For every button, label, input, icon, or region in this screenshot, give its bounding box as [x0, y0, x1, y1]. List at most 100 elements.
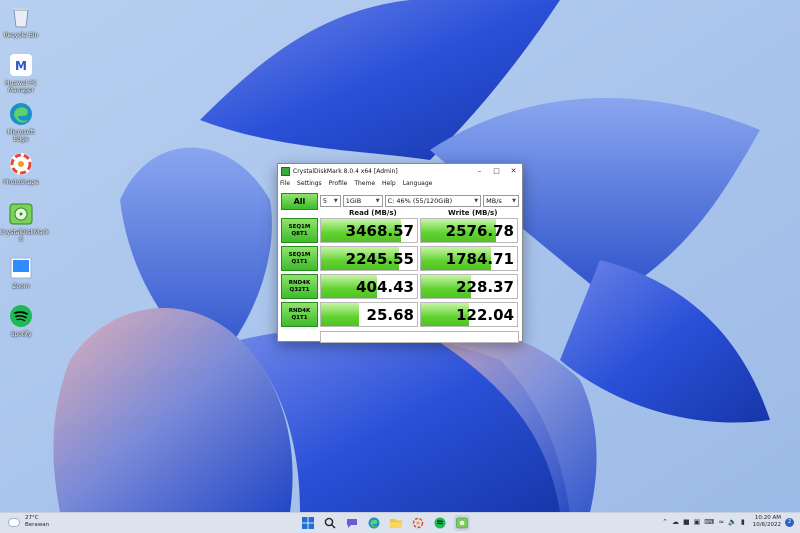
start-icon[interactable] — [300, 515, 316, 531]
write-value: 2576.78 — [445, 222, 514, 240]
write-result: 2576.78 — [420, 218, 518, 243]
chevron-down-icon: ▼ — [333, 198, 338, 204]
desktop-icon-huawei-pc-manager[interactable]: M Huawei PC Manager — [0, 52, 42, 94]
close-icon[interactable]: ✕ — [505, 164, 522, 178]
notification-badge[interactable]: 2 — [785, 517, 794, 527]
zoom-icon — [8, 255, 34, 281]
write-column-header: Write (MB/s) — [448, 209, 498, 217]
desktop-icon-edge[interactable]: Microsoft Edge — [0, 101, 42, 143]
weather-widget[interactable]: 27°C Berawan — [8, 515, 49, 529]
test-size-select[interactable]: 1GiB ▼ — [342, 195, 383, 207]
wifi-icon[interactable]: ≈ — [718, 518, 724, 526]
test-button[interactable]: SEQ1M Q8T1 — [281, 218, 318, 243]
read-value: 25.68 — [366, 306, 414, 324]
file-explorer-icon[interactable] — [388, 515, 404, 531]
comment-input[interactable] — [320, 331, 519, 343]
desktop-icon-label: CrystalDiskMark 8 — [0, 229, 49, 243]
read-column-header: Read (MB/s) — [349, 209, 397, 217]
unit-select[interactable]: MB/s ▼ — [483, 195, 519, 207]
desktop-icon-label: Recycle Bin — [3, 32, 39, 39]
test-count-select[interactable]: 5 ▼ — [319, 195, 341, 207]
menu-settings[interactable]: Settings — [297, 180, 322, 187]
drive-select[interactable]: C: 46% (55/120GiB) ▼ — [384, 195, 482, 207]
clock-date: 10/6/2022 — [752, 522, 781, 528]
test-name: SEQ1M — [288, 223, 311, 230]
result-row: RND4K Q32T1 404.43 228.37 — [281, 274, 519, 300]
weather-temp: 27°C — [25, 515, 39, 521]
photoscape-icon — [8, 151, 34, 177]
result-row: SEQ1M Q8T1 3468.57 2576.78 — [281, 218, 519, 244]
test-params: Q1T1 — [291, 314, 308, 321]
test-name: RND4K — [288, 279, 311, 286]
weather-condition: Berawan — [25, 522, 50, 528]
taskbar-apps — [300, 515, 470, 531]
display-icon[interactable]: ▣ — [694, 518, 701, 526]
read-value: 2245.55 — [345, 250, 414, 268]
cloud-icon — [8, 517, 20, 527]
desktop-icon-label: Microsoft Edge — [7, 129, 35, 143]
test-size-value: 1GiB — [345, 197, 362, 205]
menu-bar: File Settings Profile Theme Help Languag… — [278, 178, 522, 189]
read-value: 404.43 — [356, 278, 414, 296]
unit-value: MB/s — [486, 197, 502, 205]
desktop-icon-crystaldiskmark[interactable]: CrystalDiskMark 8 — [0, 201, 49, 243]
test-count-value: 5 — [322, 197, 327, 205]
read-value: 3468.57 — [345, 222, 414, 240]
window-titlebar[interactable]: CrystalDiskMark 8.0.4 x64 [Admin] – □ ✕ — [278, 164, 522, 178]
crystaldiskmark-icon[interactable] — [454, 515, 470, 531]
clock[interactable]: 10:20 AM 10/6/2022 — [753, 515, 781, 529]
desktop-icon-photoscape[interactable]: PhotoScape — [0, 151, 42, 186]
photoscape-icon[interactable] — [410, 515, 426, 531]
edge-icon[interactable] — [366, 515, 382, 531]
test-name: RND4K — [288, 307, 311, 314]
menu-language[interactable]: Language — [403, 180, 433, 187]
volume-icon[interactable]: 🔈 — [728, 518, 737, 526]
chat-icon[interactable] — [344, 515, 360, 531]
minimize-icon[interactable]: – — [471, 164, 488, 178]
write-value: 228.37 — [456, 278, 514, 296]
crystaldiskmark-icon — [8, 201, 34, 227]
test-button[interactable]: RND4K Q32T1 — [281, 274, 318, 299]
menu-theme[interactable]: Theme — [354, 180, 375, 187]
spotify-icon[interactable] — [432, 515, 448, 531]
menu-profile[interactable]: Profile — [329, 180, 348, 187]
battery-icon[interactable]: ▮ — [741, 518, 745, 526]
chevron-up-icon[interactable]: ⌃ — [662, 518, 668, 526]
desktop-icon-spotify[interactable]: Spotify — [0, 303, 42, 338]
write-value: 122.04 — [456, 306, 514, 324]
read-result: 2245.55 — [320, 246, 418, 271]
desktop-icon-label: PhotoScape — [3, 179, 39, 186]
desktop-icon-label: Spotify — [10, 331, 32, 338]
run-all-button[interactable]: All — [281, 192, 318, 210]
results-table: SEQ1M Q8T1 3468.57 2576.78 SEQ1M Q1T1 2245… — [281, 218, 519, 328]
write-value: 1784.71 — [445, 250, 514, 268]
network-device-icon[interactable]: ■ — [683, 518, 690, 526]
menu-help[interactable]: Help — [382, 180, 396, 187]
drive-value: C: 46% (55/120GiB) — [387, 197, 453, 205]
spotify-icon — [8, 303, 34, 329]
menu-file[interactable]: File — [280, 180, 290, 187]
onedrive-icon[interactable]: ☁ — [672, 518, 679, 526]
test-name: SEQ1M — [288, 251, 311, 258]
result-row: SEQ1M Q1T1 2245.55 1784.71 — [281, 246, 519, 272]
test-button[interactable]: SEQ1M Q1T1 — [281, 246, 318, 271]
read-result: 404.43 — [320, 274, 418, 299]
test-params: Q32T1 — [289, 286, 310, 293]
svg-text:M: M — [15, 59, 27, 73]
benchmark-panel: All 5 ▼ 1GiB ▼ C: 46% (55/120GiB) ▼ MB/s ▼ R… — [281, 192, 519, 343]
keyboard-icon[interactable]: ⌨ — [704, 518, 714, 526]
write-result: 228.37 — [420, 274, 518, 299]
test-button[interactable]: RND4K Q1T1 — [281, 302, 318, 327]
test-params: Q1T1 — [291, 258, 308, 265]
search-icon[interactable] — [322, 515, 338, 531]
clock-time: 10:20 AM — [754, 515, 781, 521]
maximize-icon[interactable]: □ — [488, 164, 505, 178]
window-title: CrystalDiskMark 8.0.4 x64 [Admin] — [293, 167, 398, 175]
desktop-icon-label: Huawei PC Manager — [5, 80, 37, 94]
huawei-pc-manager-icon: M — [8, 52, 34, 78]
read-bar — [321, 303, 360, 326]
recycle-bin-icon — [8, 4, 34, 30]
desktop-icon-recycle-bin[interactable]: Recycle Bin — [0, 4, 42, 39]
crystaldiskmark-app-icon — [281, 166, 290, 176]
desktop-icon-zoom[interactable]: Zoom — [0, 255, 42, 290]
